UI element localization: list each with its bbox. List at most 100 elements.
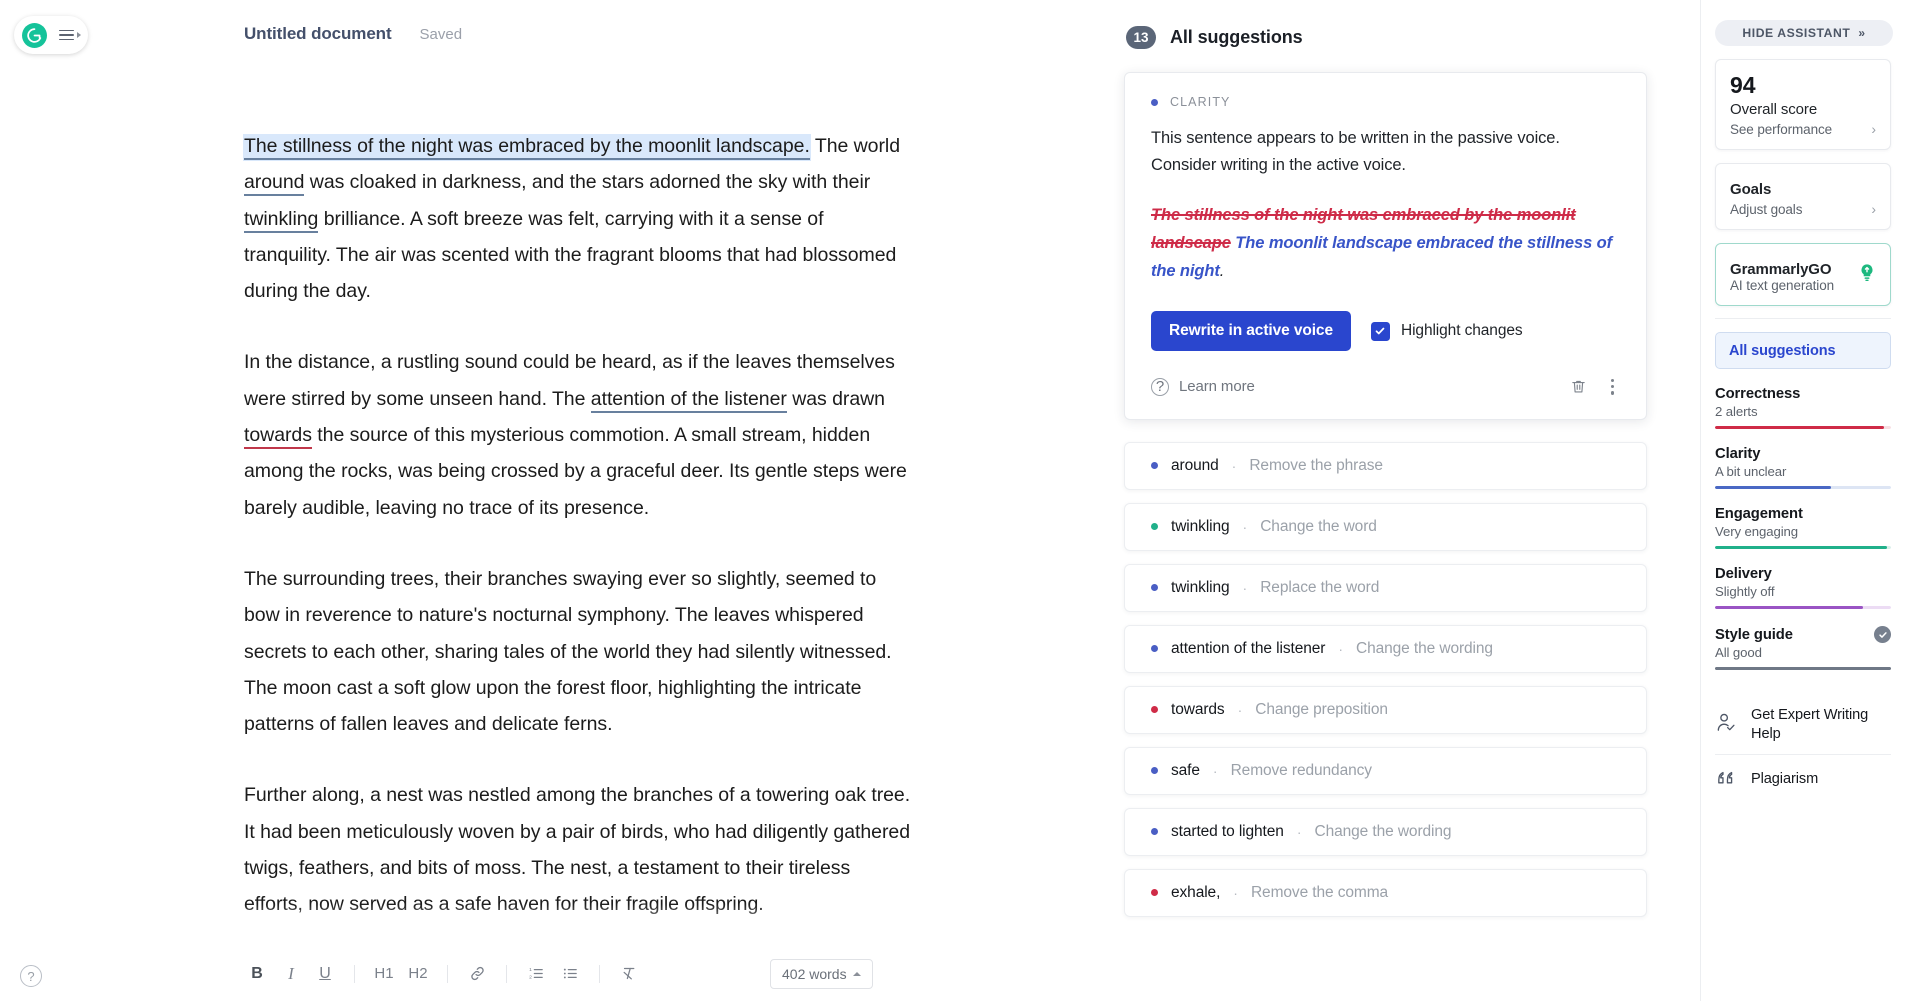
suggestion-word: twinkling [1171, 517, 1230, 535]
grammarlygo-card[interactable]: GrammarlyGO AI text generation [1715, 243, 1891, 307]
suggestion-list-item[interactable]: safe · Remove redundancy [1124, 746, 1647, 795]
editor-column: Untitled document Saved The stillness of… [0, 0, 1124, 1001]
lightbulb-icon [1856, 261, 1878, 288]
suggestion-action: Remove the comma [1250, 883, 1389, 901]
highlighted-text-segment[interactable]: around [244, 171, 304, 197]
suggestion-list-item[interactable]: started to lighten · Change the wording [1124, 807, 1647, 856]
sidebar-bottom-links: Get Expert Writing Help Plagiarism [1715, 696, 1891, 803]
chevron-double-right-icon: » [1858, 26, 1866, 40]
document-paragraph[interactable]: Further along, a nest was nestled among … [244, 777, 914, 922]
numbered-list-icon[interactable]: 1 2 [519, 957, 553, 991]
italic-button[interactable]: I [274, 957, 308, 991]
metric-style-guide[interactable]: Style guide All good [1715, 626, 1891, 671]
overall-score-card[interactable]: 94 Overall score See performance › [1715, 59, 1891, 151]
suggestion-count-badge: 13 [1126, 26, 1156, 49]
highlighted-text-segment[interactable]: twinkling [244, 207, 318, 233]
suggestion-type-dot-icon [1151, 767, 1158, 775]
metric-progress-bar [1715, 426, 1891, 430]
sidebar-link-get-expert-writing-help[interactable]: Get Expert Writing Help [1715, 696, 1891, 754]
suggestion-action: Change preposition [1255, 700, 1388, 718]
text-segment: the source of this mysterious commotion.… [244, 424, 907, 519]
hide-assistant-button[interactable]: HIDE ASSISTANT » [1715, 20, 1893, 46]
metric-status: 2 alerts [1715, 404, 1758, 420]
metric-name: Correctness [1715, 386, 1801, 403]
metric-engagement[interactable]: Engagement Very engaging [1715, 506, 1891, 550]
goals-card[interactable]: Goals Adjust goals › [1715, 163, 1891, 231]
checkbox-checked-icon[interactable] [1370, 321, 1390, 341]
save-status: Saved [419, 26, 463, 43]
suggestion-word: towards [1171, 700, 1225, 718]
metric-correctness[interactable]: Correctness 2 alerts [1715, 386, 1891, 430]
grammarly-logo-icon[interactable] [22, 22, 47, 48]
metric-progress-bar [1715, 486, 1891, 490]
suggestion-list-item[interactable]: twinkling · Replace the word [1124, 563, 1647, 612]
suggestion-action: Remove redundancy [1230, 761, 1372, 779]
svg-text:1: 1 [529, 967, 532, 973]
kebab-menu-icon[interactable] [1605, 375, 1620, 399]
document-header: Untitled document Saved [244, 24, 462, 44]
trash-icon[interactable] [1570, 378, 1587, 395]
metric-delivery[interactable]: Delivery Slightly off [1715, 566, 1891, 610]
suggestion-action: Replace the word [1260, 578, 1380, 596]
sidebar-link-label: Get Expert Writing Help [1751, 707, 1869, 743]
caret-up-icon [852, 972, 861, 976]
document-title[interactable]: Untitled document [244, 24, 392, 44]
learn-more-link[interactable]: ? Learn more [1151, 377, 1255, 396]
suggestion-list-item[interactable]: around · Remove the phrase [1124, 441, 1647, 490]
highlighted-text-segment[interactable]: The stillness of the night was embraced … [244, 135, 810, 160]
highlight-changes-checkbox[interactable]: Highlight changes [1370, 321, 1523, 341]
toolbar-divider [447, 964, 448, 983]
suggestions-title: All suggestions [1170, 27, 1303, 47]
question-mark-icon: ? [1151, 377, 1169, 396]
suggestion-action: Remove the phrase [1249, 456, 1383, 474]
suggestion-category-row: CLARITY [1151, 95, 1620, 109]
active-suggestion-card[interactable]: CLARITY This sentence appears to be writ… [1124, 72, 1647, 420]
link-icon[interactable] [460, 957, 494, 991]
metric-progress-bar [1715, 606, 1891, 610]
text-segment: was cloaked in darkness, and the stars a… [304, 171, 871, 194]
text-segment: The world [809, 135, 900, 157]
bullet-list-icon[interactable] [553, 957, 587, 991]
suggestion-list-item[interactable]: towards · Change preposition [1124, 685, 1647, 734]
svg-text:2: 2 [529, 974, 532, 980]
overall-score-value: 94 [1730, 72, 1756, 98]
clear-formatting-icon[interactable] [612, 957, 646, 991]
adjust-goals-link[interactable]: Adjust goals [1730, 202, 1802, 217]
assistant-sidebar: HIDE ASSISTANT » 94 Overall score See pe… [1700, 0, 1905, 1001]
logo-menu-pill[interactable] [14, 16, 88, 54]
suggestion-separator: · [1338, 640, 1343, 657]
suggestion-diff: The stillness of the night was embraced … [1151, 201, 1620, 285]
suggestion-type-dot-icon [1151, 889, 1158, 897]
suggestions-column: 13 All suggestions CLARITY This sentence… [1124, 0, 1700, 1001]
metric-clarity[interactable]: Clarity A bit unclear [1715, 446, 1891, 490]
metric-status: All good [1715, 645, 1762, 661]
underline-button[interactable]: U [308, 957, 342, 991]
document-text-area[interactable]: The stillness of the night was embraced … [244, 128, 914, 923]
document-menu-icon[interactable] [59, 29, 81, 41]
suggestion-list-item[interactable]: attention of the listener · Change the wor… [1124, 624, 1647, 673]
document-paragraph[interactable]: The stillness of the night was embraced … [244, 128, 914, 309]
sidebar-link-plagiarism[interactable]: Plagiarism [1715, 755, 1891, 803]
suggestion-list-item[interactable]: exhale, · Remove the comma [1124, 868, 1647, 917]
see-performance-link[interactable]: See performance [1730, 122, 1832, 137]
suggestion-separator: · [1296, 823, 1302, 840]
tab-all-suggestions[interactable]: All suggestions [1715, 332, 1891, 370]
highlighted-text-segment[interactable]: attention of the listener [590, 387, 787, 413]
help-icon[interactable]: ? [20, 965, 42, 987]
rewrite-in-active-voice-button[interactable]: Rewrite in active voice [1151, 311, 1351, 351]
document-paragraph[interactable]: The surrounding trees, their branches sw… [244, 561, 914, 742]
suggestion-actions: Rewrite in active voice Highlight change… [1151, 311, 1620, 351]
highlighted-text-segment[interactable]: towards [244, 424, 312, 450]
text-segment: The surrounding trees, their branches sw… [244, 567, 892, 736]
heading2-button[interactable]: H2 [401, 957, 435, 991]
heading1-button[interactable]: H1 [367, 957, 401, 991]
suggestion-list-item[interactable]: twinkling · Change the word [1124, 502, 1647, 551]
bold-button[interactable]: B [240, 957, 274, 991]
suggestion-word: started to lighten [1171, 822, 1284, 840]
suggestion-action: Change the word [1260, 517, 1377, 535]
document-paragraph[interactable]: In the distance, a rustling sound could … [244, 344, 914, 525]
suggestion-word: safe [1171, 761, 1200, 779]
word-count-button[interactable]: 402 words [770, 959, 873, 989]
suggestion-type-dot-icon [1151, 706, 1158, 714]
metric-progress-bar [1715, 546, 1891, 550]
